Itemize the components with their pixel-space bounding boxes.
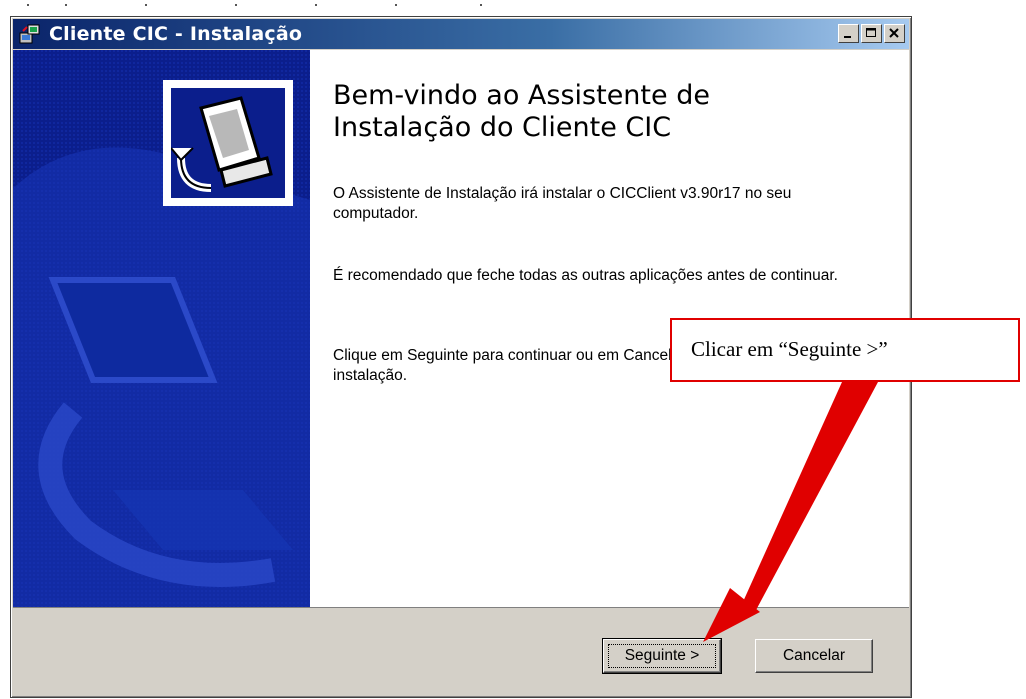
callout-text: Clicar em “Seguinte >” [691,337,888,361]
annotation-callout: Clicar em “Seguinte >” [670,318,1020,382]
